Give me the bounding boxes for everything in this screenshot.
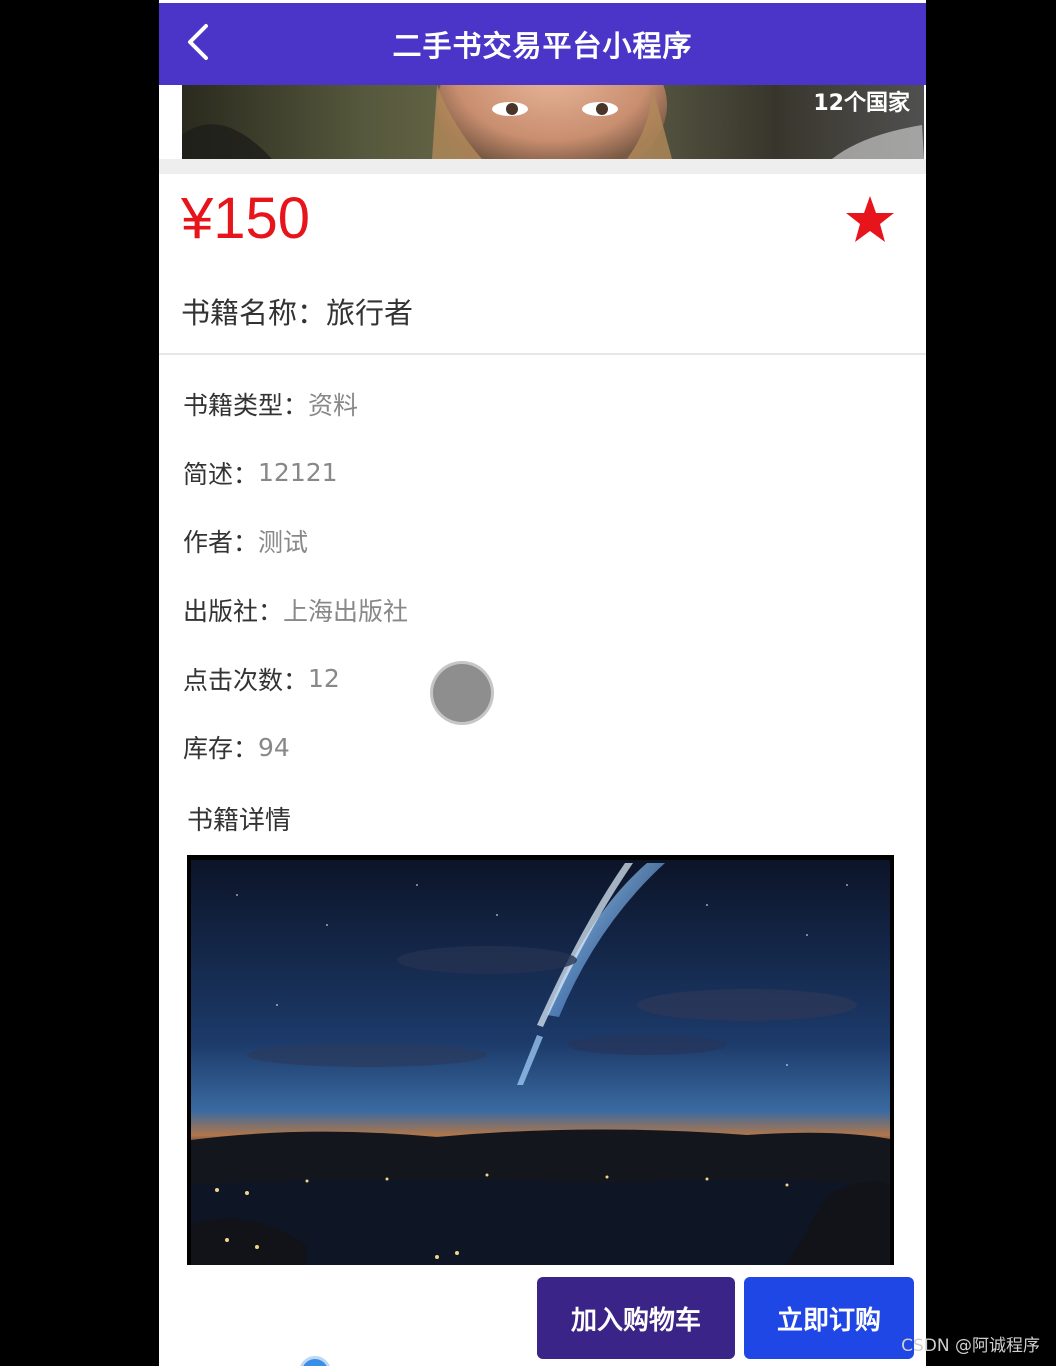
banner-image[interactable]: 12个国家 — [182, 85, 924, 159]
divider — [159, 353, 926, 355]
info-label: 库存： — [183, 734, 259, 764]
info-label: 作者： — [183, 528, 259, 558]
section-gap — [159, 159, 926, 174]
navigation-bar: 二手书交易平台小程序 — [159, 3, 926, 85]
info-value: 测试 — [258, 528, 309, 558]
book-detail-image[interactable] — [187, 855, 894, 1265]
back-button[interactable] — [173, 17, 223, 71]
star-icon — [844, 196, 896, 250]
watermark: CSDN @阿诚程序 — [901, 1336, 1040, 1356]
info-label: 简述： — [183, 459, 259, 489]
price: ¥150 — [181, 186, 311, 251]
info-label: 点击次数： — [183, 665, 309, 695]
book-name-label: 书籍名称： — [181, 296, 327, 330]
phone-screen: 二手书交易平台小程序 12个国家 ¥150 书籍名称：旅行者 书籍类型： 资料 … — [159, 0, 926, 1366]
info-row-author: 作者： 测试 — [183, 507, 408, 576]
banner-caption: 12个国家 — [813, 91, 910, 116]
detail-section-title: 书籍详情 — [187, 806, 292, 836]
info-value: 12 — [308, 664, 340, 694]
book-name: 书籍名称：旅行者 — [181, 290, 413, 332]
info-label: 书籍类型： — [183, 391, 309, 421]
info-value: 上海出版社 — [283, 597, 409, 627]
touch-indicator — [433, 664, 491, 722]
add-to-cart-button[interactable]: 加入购物车 — [537, 1277, 735, 1359]
info-row-stock: 库存： 94 — [183, 713, 408, 782]
info-row-summary: 简述： 12121 — [183, 439, 408, 508]
floating-indicator — [299, 1356, 331, 1366]
page-title: 二手书交易平台小程序 — [392, 29, 693, 63]
favorite-button[interactable] — [844, 194, 896, 246]
info-value: 94 — [258, 732, 290, 762]
info-value: 资料 — [308, 391, 359, 421]
info-row-clicks: 点击次数： 12 — [183, 644, 408, 713]
buy-now-button[interactable]: 立即订购 — [744, 1277, 914, 1359]
info-label: 出版社： — [183, 597, 284, 627]
book-name-value: 旅行者 — [326, 296, 414, 330]
book-info-list: 书籍类型： 资料 简述： 12121 作者： 测试 出版社： 上海出版社 点击次数： 12… — [183, 370, 408, 782]
info-row-publisher: 出版社： 上海出版社 — [183, 576, 408, 645]
info-row-type: 书籍类型： 资料 — [183, 370, 408, 439]
chevron-left-icon — [186, 23, 210, 65]
info-value: 12121 — [258, 458, 338, 488]
